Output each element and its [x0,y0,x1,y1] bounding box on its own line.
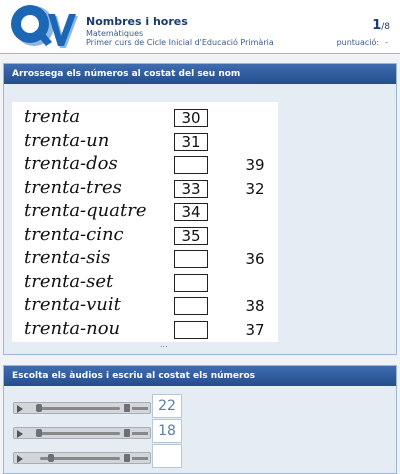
number-row: trenta-quatre 34 [12,200,278,224]
drop-slot[interactable] [174,320,208,339]
volume-icon[interactable] [124,404,130,412]
cursive-word: trenta-set [24,270,114,292]
number-row: trenta-set [12,271,278,295]
page-total: /8 [381,22,390,32]
audio-seek-track[interactable] [40,407,120,410]
cursive-word: trenta-quatre [24,200,147,221]
cursive-word: trenta [24,106,81,127]
volume-icon[interactable] [124,429,130,437]
draggable-number[interactable]: 32 [240,180,270,198]
cursive-word: trenta-nou [24,317,121,339]
volume-slider[interactable] [132,432,148,435]
number-row: trenta-cinc 35 [12,224,278,248]
volume-slider[interactable] [132,457,148,460]
number-row: trenta-sis 36 [12,247,278,271]
cursive-word: trenta-dos [24,153,118,174]
drop-slot[interactable] [174,156,208,174]
play-icon[interactable] [17,430,23,438]
audio-exercise-panel: Escolta els àudios i escriu al costat el… [3,365,397,474]
number-row: trenta-dos 39 [12,153,278,177]
course-label: Primer curs de Cicle Inicial d'Educació … [86,38,274,47]
number-row: trenta 30 [12,106,278,130]
subject-label: Matemàtiques [86,29,144,38]
audio-seek-knob[interactable] [36,404,42,412]
page-counter: 1/8 [372,14,390,33]
drop-slot[interactable]: 33 [174,179,208,198]
cursive-word: trenta-sis [24,247,111,268]
cursive-card: trenta 30 trenta-un 31 trenta-dos 39 trenta-tr… [12,102,278,342]
draggable-number[interactable]: 38 [240,297,270,315]
number-row: trenta-vuit 38 [12,294,278,318]
number-row: trenta-tres 33 32 [12,177,278,201]
score: puntuació: - [337,38,388,47]
volume-slider[interactable] [132,407,148,410]
cursive-word: trenta-un [24,129,110,151]
audio-seek-track[interactable] [40,432,120,435]
audio-player[interactable] [13,427,151,439]
score-value: - [385,38,388,47]
drop-slot[interactable]: 31 [174,132,208,151]
exercise-title: Nombres i hores [86,15,188,28]
volume-icon[interactable] [124,454,130,462]
app-header: Nombres i hores Matemàtiques Primer curs… [0,0,400,54]
number-row: trenta-nou 37 [12,318,278,342]
drop-slot[interactable] [174,297,208,315]
audio-player[interactable] [13,452,151,464]
play-icon[interactable] [17,405,23,413]
drop-slot[interactable]: 34 [174,203,208,221]
number-row: trenta-un 31 [12,130,278,154]
drop-slot[interactable]: 30 [174,109,208,127]
drop-slot[interactable] [174,273,208,292]
answer-input[interactable]: 22 [152,394,182,418]
play-icon[interactable] [17,455,23,463]
page-current: 1 [372,18,382,33]
draggable-number[interactable]: 36 [240,250,270,268]
drag-exercise-title: Arrossega els números al costat del seu … [4,64,396,84]
cursive-word: trenta-vuit [24,294,121,315]
cursive-word: trenta-cinc [24,223,124,245]
answer-input[interactable] [152,444,182,468]
cursive-word: trenta-tres [24,176,122,198]
audio-seek-knob[interactable] [48,454,54,462]
qv-logo [11,5,78,48]
audio-exercise-title: Escolta els àudios i escriu al costat el… [4,366,396,386]
draggable-number[interactable]: 39 [240,156,270,174]
audio-seek-knob[interactable] [36,429,42,437]
scroll-indicator[interactable]: ... [160,341,168,349]
draggable-number[interactable]: 37 [240,321,270,339]
score-label: puntuació: [336,38,380,47]
answer-input[interactable]: 18 [152,419,182,443]
drop-slot[interactable]: 35 [174,226,208,245]
audio-player[interactable] [13,402,151,414]
drag-exercise-panel: Arrossega els números al costat del seu … [3,63,397,355]
drop-slot[interactable] [174,250,208,268]
